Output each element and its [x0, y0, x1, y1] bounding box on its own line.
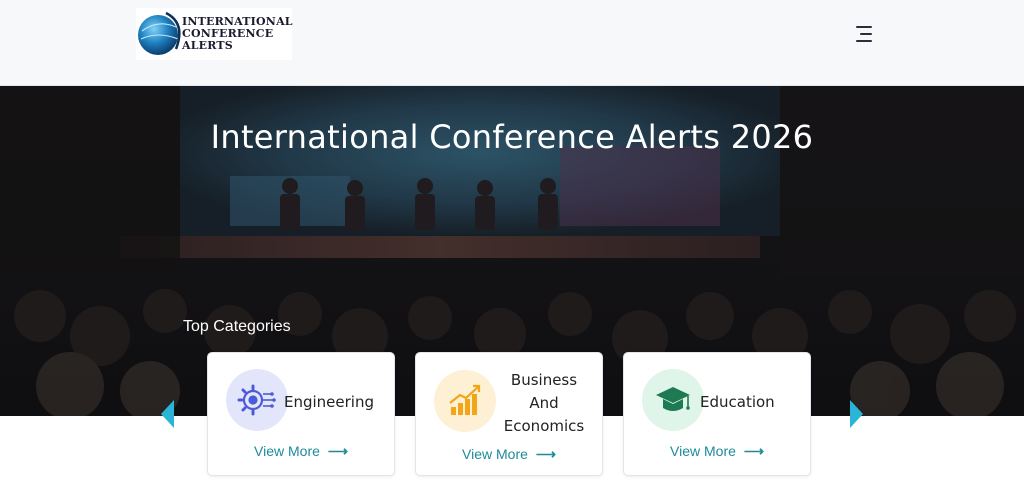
view-more-text: View More — [462, 446, 528, 462]
view-more-link[interactable]: View More ⟶ — [416, 446, 602, 463]
category-label-line-2: And — [529, 394, 559, 412]
graduation-cap-icon — [642, 369, 704, 431]
view-more-link[interactable]: View More ⟶ — [624, 443, 810, 460]
arrow-right-icon: ⟶ — [743, 443, 764, 459]
arrow-right-icon: ⟶ — [535, 446, 556, 462]
category-label: Engineering — [284, 393, 374, 411]
view-more-text: View More — [254, 443, 320, 459]
page-title: International Conference Alerts 2026 — [210, 118, 814, 156]
hamburger-menu-icon[interactable] — [850, 24, 872, 44]
category-card-engineering[interactable]: Engineering View More ⟶ — [207, 352, 395, 476]
chart-growth-icon — [434, 370, 496, 432]
chevron-right-icon[interactable] — [848, 398, 866, 430]
category-card-education[interactable]: Education View More ⟶ — [623, 352, 811, 476]
arrow-right-icon: ⟶ — [327, 443, 348, 459]
chevron-left-icon[interactable] — [158, 398, 176, 430]
site-header: INTERNATIONAL CONFERENCE ALERTS — [0, 0, 1024, 86]
category-label-line-3: Economics — [503, 417, 585, 435]
section-title: Top Categories — [183, 318, 291, 335]
logo-text: INTERNATIONAL CONFERENCE ALERTS — [182, 16, 293, 52]
view-more-text: View More — [670, 443, 736, 459]
globe-logo-icon — [138, 11, 181, 55]
logo-line-3: ALERTS — [182, 39, 233, 52]
category-label: Business And Economics — [496, 369, 592, 438]
category-card-business[interactable]: Business And Economics View More ⟶ — [415, 352, 603, 476]
site-logo[interactable]: INTERNATIONAL CONFERENCE ALERTS — [136, 8, 293, 60]
category-label: Education — [700, 393, 775, 411]
category-label-line-1: Business — [510, 371, 578, 389]
engineering-icon — [226, 369, 288, 431]
view-more-link[interactable]: View More ⟶ — [208, 443, 394, 460]
